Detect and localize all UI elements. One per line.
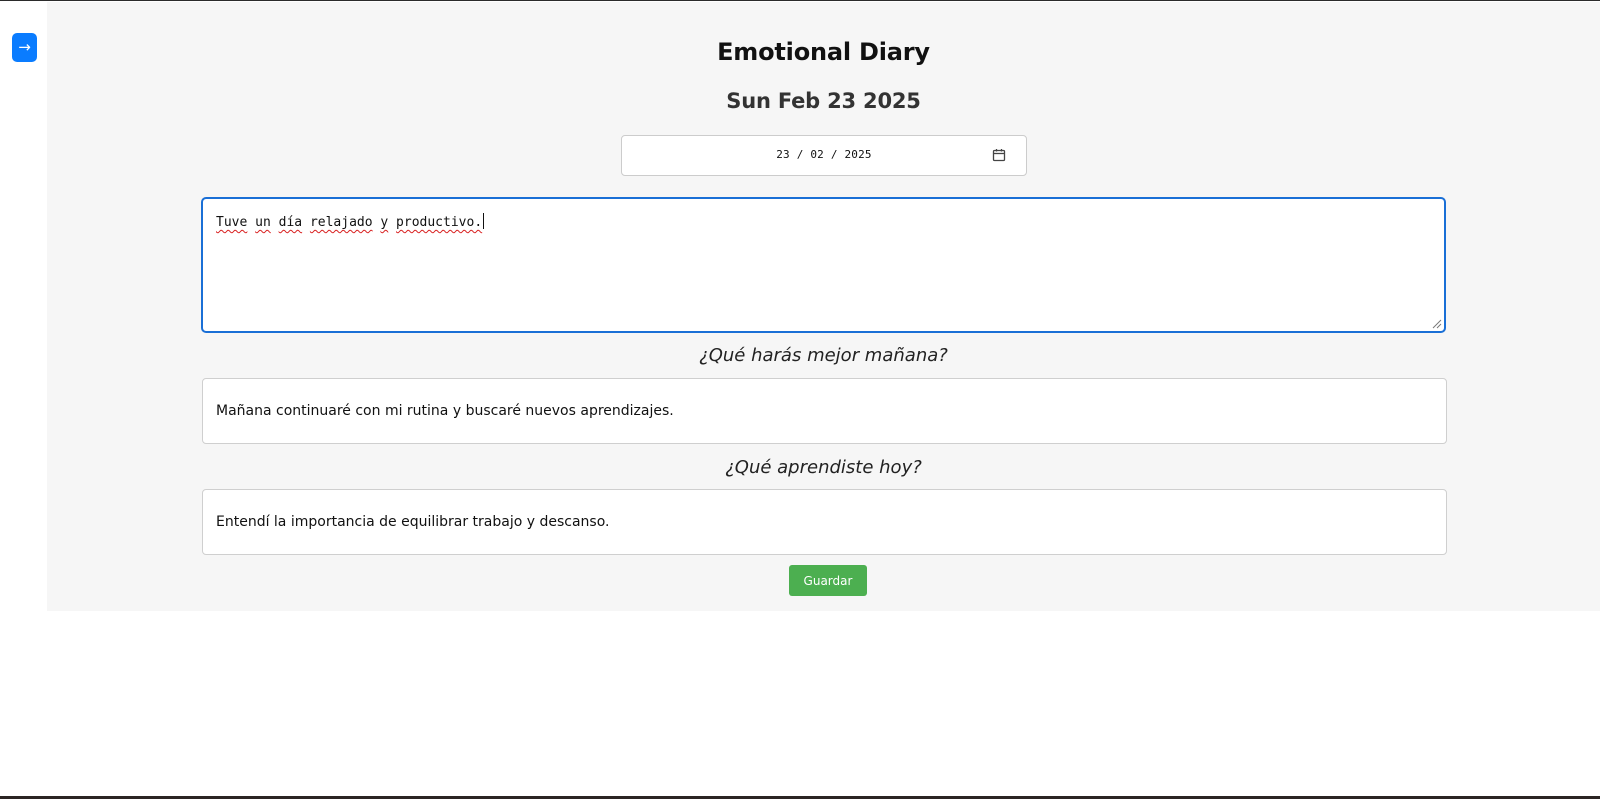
entry-word: y — [380, 215, 389, 230]
save-button[interactable]: Guardar — [789, 565, 867, 596]
answer-learned-today-text[interactable]: Entendí la importancia de equilibrar tra… — [216, 514, 610, 530]
date-input-value[interactable]: 23 / 02 / 2025 — [622, 148, 1026, 161]
sidebar-toggle-button[interactable]: → — [12, 33, 37, 62]
page-title: Emotional Diary — [717, 38, 930, 66]
date-heading: Sun Feb 23 2025 — [726, 89, 921, 113]
entry-word: un — [255, 215, 271, 230]
arrow-right-icon: → — [18, 38, 31, 56]
entry-word: relajado — [309, 215, 373, 230]
calendar-icon[interactable] — [992, 148, 1006, 162]
answer-improve-tomorrow-text[interactable]: Mañana continuaré con mi rutina y buscar… — [216, 403, 674, 419]
question-learned-today: ¿Qué aprendiste hoy? — [725, 457, 922, 478]
answer-learned-today-field[interactable]: Entendí la importancia de equilibrar tra… — [202, 489, 1447, 555]
entry-word: Tuve — [216, 215, 248, 230]
diary-entry-text[interactable]: Tuve un día relajado y productivo. — [216, 213, 485, 230]
entry-word: día — [278, 215, 303, 230]
diary-entry-textarea[interactable]: Tuve un día relajado y productivo. — [201, 197, 1446, 333]
answer-improve-tomorrow-field[interactable]: Mañana continuaré con mi rutina y buscar… — [202, 378, 1447, 444]
question-improve-tomorrow: ¿Qué harás mejor mañana? — [699, 345, 948, 366]
text-caret — [483, 213, 485, 229]
diary-panel: Emotional Diary Sun Feb 23 2025 23 / 02 … — [47, 2, 1600, 611]
resize-handle-icon[interactable] — [1432, 319, 1442, 329]
entry-word: productivo. — [396, 215, 483, 230]
date-input[interactable]: 23 / 02 / 2025 — [621, 135, 1027, 176]
